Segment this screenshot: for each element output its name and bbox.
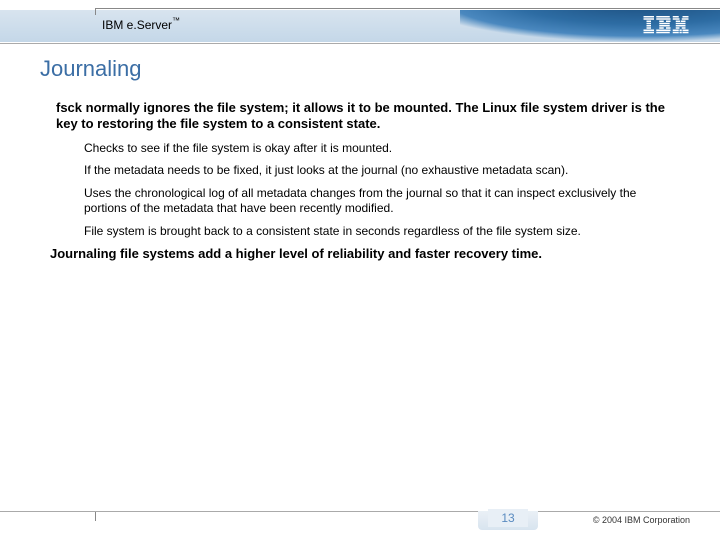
content-area: fsck normally ignores the file system; i…	[56, 100, 670, 263]
page-number: 13	[488, 509, 528, 527]
footer-rule	[0, 511, 720, 512]
ibm-logo-icon	[642, 16, 690, 34]
sub-item-2: If the metadata needs to be fixed, it ju…	[84, 163, 670, 179]
brand-tm: ™	[172, 16, 180, 25]
header-rule-top	[95, 8, 720, 9]
page-title: Journaling	[40, 56, 142, 82]
header-rule-bottom	[0, 43, 720, 44]
copyright-text: © 2004 IBM Corporation	[593, 515, 690, 525]
header-tick	[95, 8, 96, 15]
brand-prefix: IBM e.	[102, 18, 137, 32]
sub-item-4: File system is brought back to a consist…	[84, 224, 670, 240]
footer-tick	[95, 512, 96, 521]
brand-text: IBM e.Server™	[102, 18, 180, 32]
sub-item-1: Checks to see if the file system is okay…	[84, 141, 670, 157]
main-paragraph: fsck normally ignores the file system; i…	[56, 100, 670, 133]
summary-paragraph: Journaling file systems add a higher lev…	[50, 246, 670, 262]
brand-suffix: Server	[137, 18, 172, 32]
sub-item-3: Uses the chronological log of all metada…	[84, 186, 670, 217]
